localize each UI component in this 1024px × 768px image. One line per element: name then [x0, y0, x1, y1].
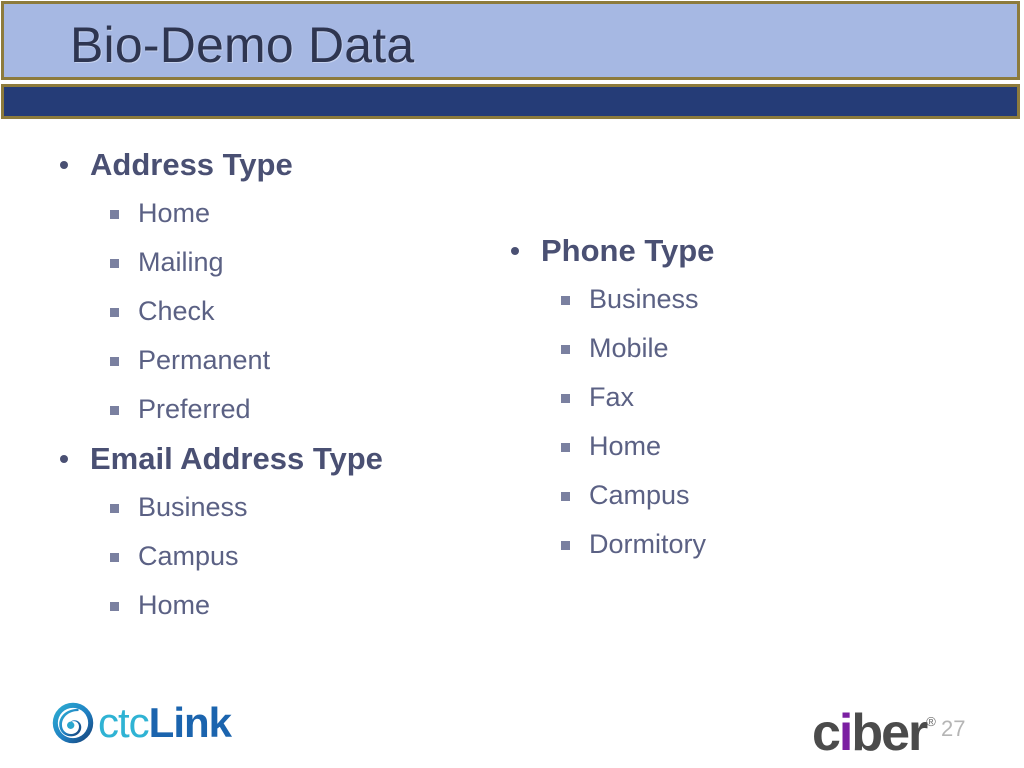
list-item-label: Home: [589, 431, 662, 461]
square-bullet-icon: [110, 308, 119, 317]
list-item: Campus: [44, 532, 514, 581]
left-content-column: Address Type Home Mailing Check Permanen…: [44, 140, 514, 630]
bullet-heading-email-address-type: Email Address Type: [44, 434, 514, 483]
round-bullet-icon: [60, 161, 68, 169]
list-item-label: Check: [138, 296, 215, 326]
list-item: Preferred: [44, 385, 514, 434]
list-item-label: Fax: [589, 382, 635, 412]
square-bullet-icon: [110, 553, 119, 562]
bullet-heading-phone-type: Phone Type: [495, 226, 935, 275]
list-item-label: Business: [138, 492, 248, 522]
title-banner: Bio-Demo Data: [1, 1, 1020, 80]
ciber-logo-text-ber: ber: [851, 704, 928, 762]
list-item-label: Campus: [589, 480, 690, 510]
list-item-label: Business: [589, 284, 699, 314]
square-bullet-icon: [561, 296, 570, 305]
list-item: Mailing: [44, 238, 514, 287]
list-item: Fax: [495, 373, 935, 422]
list-item-label: Mobile: [589, 333, 669, 363]
bullet-heading-address-type: Address Type: [44, 140, 514, 189]
square-bullet-icon: [110, 357, 119, 366]
header-accent-bar: [1, 84, 1020, 119]
list-item: Home: [44, 189, 514, 238]
square-bullet-icon: [561, 492, 570, 501]
ciber-logo: ciber®: [812, 694, 936, 761]
ciber-logo-text-c: c: [812, 704, 841, 762]
registered-trademark-icon: ®: [926, 714, 936, 729]
list-item: Campus: [495, 471, 935, 520]
square-bullet-icon: [561, 345, 570, 354]
list-item-label: Dormitory: [589, 529, 707, 559]
square-bullet-icon: [561, 394, 570, 403]
bullet-heading-label: Phone Type: [541, 233, 715, 268]
list-item: Business: [44, 483, 514, 532]
list-item: Business: [495, 275, 935, 324]
swirl-icon: [52, 702, 94, 744]
round-bullet-icon: [511, 247, 519, 255]
ctclink-logo-text-ctc: ctc: [98, 699, 150, 746]
square-bullet-icon: [110, 259, 119, 268]
list-item: Permanent: [44, 336, 514, 385]
square-bullet-icon: [110, 602, 119, 611]
list-item-label: Home: [138, 590, 211, 620]
list-item-label: Home: [138, 198, 211, 228]
bullet-heading-label: Address Type: [90, 147, 293, 182]
list-item: Mobile: [495, 324, 935, 373]
bullet-group-email-address-type: Email Address Type Business Campus Home: [44, 434, 514, 630]
ctclink-logo-text-link: Link: [148, 699, 232, 746]
right-content-column: Phone Type Business Mobile Fax Home Camp…: [495, 226, 935, 569]
bullet-heading-label: Email Address Type: [90, 441, 383, 476]
ctclink-logo: ctcLink: [50, 695, 232, 751]
list-item: Home: [495, 422, 935, 471]
round-bullet-icon: [60, 455, 68, 463]
list-item-label: Preferred: [138, 394, 251, 424]
slide-header: Bio-Demo Data: [0, 0, 1024, 122]
list-item: Home: [44, 581, 514, 630]
slide-number: 27: [941, 716, 966, 741]
list-item-label: Campus: [138, 541, 239, 571]
bullet-group-phone-type: Phone Type Business Mobile Fax Home Camp…: [495, 226, 935, 569]
list-item: Dormitory: [495, 520, 935, 569]
square-bullet-icon: [561, 541, 570, 550]
square-bullet-icon: [110, 504, 119, 513]
bullet-group-address-type: Address Type Home Mailing Check Permanen…: [44, 140, 514, 434]
square-bullet-icon: [561, 443, 570, 452]
square-bullet-icon: [110, 210, 119, 219]
list-item-label: Mailing: [138, 247, 224, 277]
list-item-label: Permanent: [138, 345, 271, 375]
page-title: Bio-Demo Data: [70, 17, 415, 73]
square-bullet-icon: [110, 406, 119, 415]
ciber-logo-text-i: i: [838, 704, 854, 762]
list-item: Check: [44, 287, 514, 336]
